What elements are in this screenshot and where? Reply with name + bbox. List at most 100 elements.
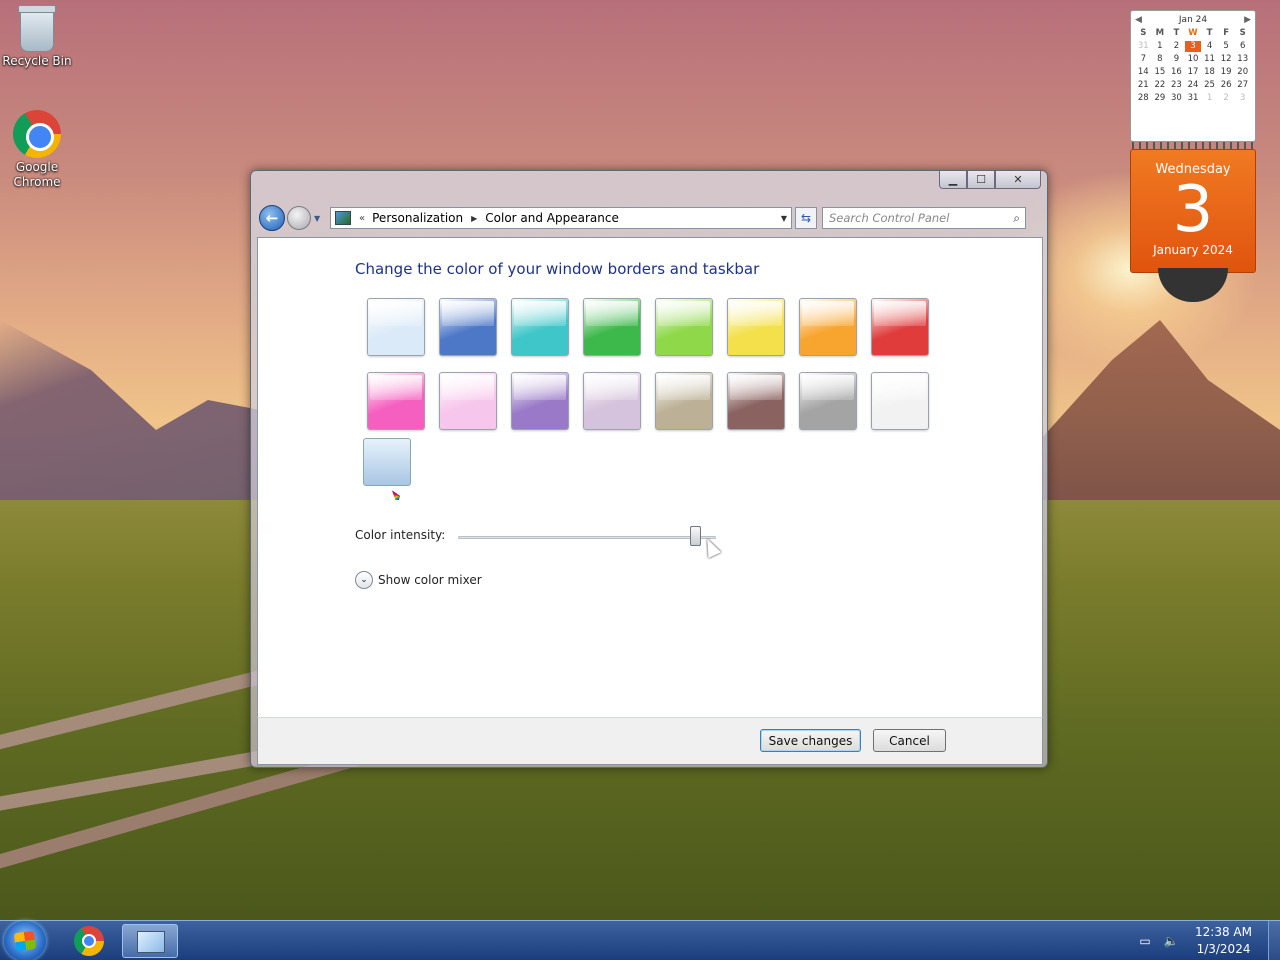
- calendar-day[interactable]: 27: [1234, 80, 1251, 91]
- calendar-day-of-week: T: [1173, 28, 1180, 38]
- calendar-day[interactable]: 21: [1135, 80, 1152, 91]
- calendar-day[interactable]: 16: [1168, 67, 1185, 78]
- address-bar[interactable]: « Personalization ▶ Color and Appearance…: [330, 207, 792, 229]
- desktop-icon-label: Google Chrome: [13, 160, 61, 189]
- calendar-day[interactable]: 14: [1135, 67, 1152, 78]
- calendar-day-of-week: M: [1155, 28, 1165, 38]
- minimize-button[interactable]: ▁: [939, 171, 967, 189]
- calendar-day[interactable]: 17: [1185, 67, 1202, 78]
- search-input[interactable]: Search Control Panel ⌕: [822, 207, 1026, 229]
- calendar-day[interactable]: 3: [1234, 93, 1251, 104]
- refresh-button[interactable]: ⇆: [795, 207, 817, 229]
- calendar-day[interactable]: 22: [1152, 80, 1169, 91]
- calendar-day[interactable]: 28: [1135, 93, 1152, 104]
- back-button[interactable]: ←: [259, 205, 285, 231]
- calendar-day[interactable]: 9: [1168, 54, 1185, 65]
- color-swatch-sea[interactable]: [511, 298, 569, 356]
- calendar-day[interactable]: 25: [1201, 80, 1218, 91]
- control-panel-icon: [335, 211, 351, 225]
- windows-logo-icon: [13, 930, 37, 952]
- start-button[interactable]: [4, 921, 46, 960]
- color-swatch-slate[interactable]: [799, 372, 857, 430]
- control-panel-window: ▁ ☐ ✕ ← ▼ « Personalization ▶ Color and …: [250, 170, 1048, 768]
- calendar-day[interactable]: 31: [1185, 93, 1202, 104]
- color-swatch-leaf[interactable]: [583, 298, 641, 356]
- calendar-day[interactable]: 29: [1152, 93, 1169, 104]
- calendar-day-of-week: W: [1188, 28, 1198, 38]
- color-swatch-fuchsia[interactable]: [367, 372, 425, 430]
- show-color-mixer-label: Show color mixer: [378, 573, 482, 587]
- calendar-month-view: ◀ Jan 24 ▶ S M T W T F S 31 1 2 3 4 5 6 7 8 9 10 11 12 13 14 1…: [1130, 10, 1256, 142]
- navigation-bar: ← ▼ « Personalization ▶ Color and Appear…: [259, 205, 1039, 231]
- calendar-day[interactable]: 26: [1218, 80, 1235, 91]
- color-swatch-ruby[interactable]: [871, 298, 929, 356]
- arrow-left-icon: ←: [265, 209, 279, 227]
- color-swatch-taupe[interactable]: [655, 372, 713, 430]
- color-swatch-sun[interactable]: [727, 298, 785, 356]
- cancel-button[interactable]: Cancel: [873, 729, 946, 752]
- calendar-day[interactable]: 19: [1218, 67, 1235, 78]
- mouse-cursor-icon: [700, 535, 722, 559]
- clock-date: 1/3/2024: [1196, 942, 1251, 956]
- volume-muted-icon[interactable]: 🔈: [1163, 934, 1179, 948]
- calendar-day[interactable]: 7: [1135, 54, 1152, 65]
- calendar-day[interactable]: 30: [1168, 93, 1185, 104]
- calendar-day[interactable]: 1: [1201, 93, 1218, 104]
- calendar-day[interactable]: 10: [1185, 54, 1202, 65]
- calendar-day[interactable]: 11: [1201, 54, 1218, 65]
- calendar-day[interactable]: 13: [1234, 54, 1251, 65]
- calendar-gadget[interactable]: ◀ Jan 24 ▶ S M T W T F S 31 1 2 3 4 5 6 7 8 9 10 11 12 13 14 1…: [1130, 10, 1256, 302]
- calendar-day[interactable]: 1: [1152, 41, 1169, 52]
- color-swatch-blush[interactable]: [439, 372, 497, 430]
- desktop-icon-label: Recycle Bin: [2, 54, 72, 68]
- color-swatch-sky[interactable]: [367, 298, 425, 356]
- calendar-day[interactable]: 20: [1234, 67, 1251, 78]
- custom-color-swatch[interactable]: [363, 438, 433, 502]
- page-title: Change the color of your window borders …: [355, 260, 760, 278]
- calendar-day[interactable]: 5: [1218, 41, 1235, 52]
- taskbar-control-panel[interactable]: [122, 924, 178, 958]
- control-panel-icon: [137, 931, 165, 953]
- color-intensity-label: Color intensity:: [355, 528, 446, 542]
- slider-thumb[interactable]: [690, 526, 701, 546]
- color-swatch-lime[interactable]: [655, 298, 713, 356]
- calendar-day[interactable]: 2: [1218, 93, 1235, 104]
- prev-month-icon[interactable]: ◀: [1135, 15, 1142, 25]
- color-swatch-frost[interactable]: [871, 372, 929, 430]
- recent-pages-button[interactable]: ▼: [314, 214, 326, 223]
- calendar-day[interactable]: 3: [1184, 41, 1202, 52]
- forward-button[interactable]: [287, 206, 311, 230]
- color-swatch-violet[interactable]: [511, 372, 569, 430]
- color-swatch-twilight[interactable]: [439, 298, 497, 356]
- calendar-day[interactable]: 31: [1135, 41, 1152, 52]
- breadcrumb-separator-icon[interactable]: ▶: [471, 214, 477, 223]
- calendar-day[interactable]: 12: [1218, 54, 1235, 65]
- close-button[interactable]: ✕: [995, 171, 1041, 189]
- calendar-day[interactable]: 15: [1152, 67, 1169, 78]
- show-color-mixer-toggle[interactable]: ⌄ Show color mixer: [355, 571, 482, 589]
- next-month-icon[interactable]: ▶: [1244, 15, 1251, 25]
- calendar-day[interactable]: 2: [1168, 41, 1185, 52]
- calendar-day[interactable]: 8: [1152, 54, 1169, 65]
- show-desktop-button[interactable]: [1268, 921, 1280, 960]
- desktop-icon-google-chrome[interactable]: Google Chrome: [2, 110, 72, 190]
- calendar-day[interactable]: 24: [1185, 80, 1202, 91]
- taskbar-chrome[interactable]: [62, 924, 118, 958]
- breadcrumb-color-and-appearance[interactable]: Color and Appearance: [485, 211, 619, 225]
- color-swatch-lavender[interactable]: [583, 372, 641, 430]
- color-intensity-slider[interactable]: [458, 526, 716, 546]
- color-swatch-chocolate[interactable]: [727, 372, 785, 430]
- maximize-button[interactable]: ☐: [967, 171, 995, 189]
- save-changes-button[interactable]: Save changes: [760, 729, 861, 752]
- color-swatch-pumpkin[interactable]: [799, 298, 857, 356]
- calendar-day[interactable]: 18: [1201, 67, 1218, 78]
- address-dropdown-icon[interactable]: ▼: [781, 214, 787, 223]
- calendar-day[interactable]: 6: [1234, 41, 1251, 52]
- breadcrumb-personalization[interactable]: Personalization: [372, 211, 463, 225]
- calendar-day[interactable]: 23: [1168, 80, 1185, 91]
- desktop-icon-recycle-bin[interactable]: Recycle Bin: [2, 5, 72, 69]
- network-icon[interactable]: ▭: [1137, 934, 1153, 948]
- breadcrumb-overflow-icon[interactable]: «: [359, 213, 365, 224]
- calendar-day[interactable]: 4: [1201, 41, 1218, 52]
- taskbar-clock[interactable]: 12:38 AM 1/3/2024: [1195, 924, 1252, 958]
